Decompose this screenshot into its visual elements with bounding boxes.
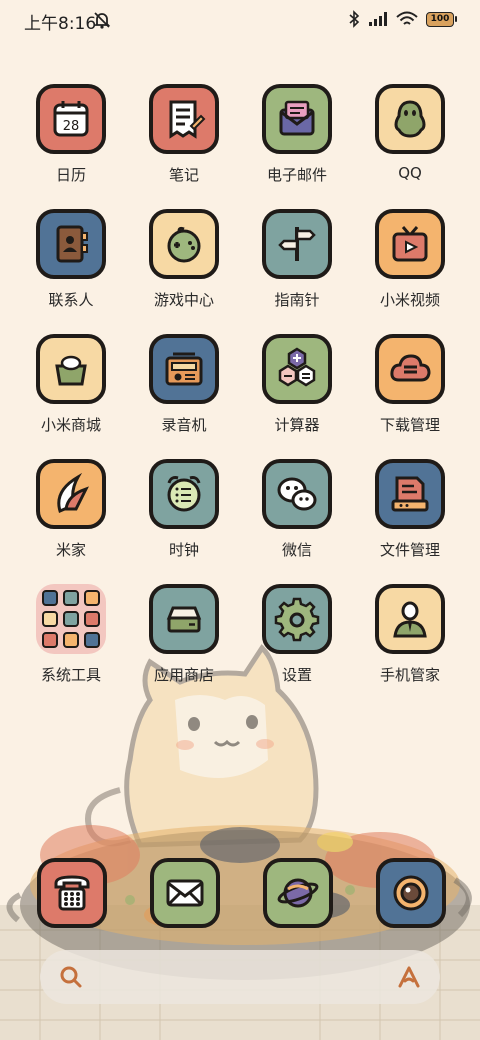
app-clock[interactable]: 时钟 — [129, 459, 239, 560]
status-time: 上午8:16 — [24, 14, 97, 34]
bluetooth-icon — [349, 10, 360, 28]
gamepad-icon — [149, 209, 219, 279]
app-label: 笔记 — [168, 166, 199, 184]
app-label: 应用商店 — [153, 666, 214, 684]
app-qq[interactable]: QQ — [355, 84, 465, 182]
status-bar: 上午8:16 100 — [0, 0, 480, 40]
dock-browser[interactable] — [263, 858, 333, 928]
app-label: 计算器 — [274, 416, 320, 434]
app-label: 文件管理 — [379, 541, 440, 559]
app-recorder[interactable]: 录音机 — [129, 334, 239, 435]
app-label: 电子邮件 — [266, 166, 327, 184]
mijia-leaf-icon — [36, 459, 106, 529]
radio-icon — [149, 334, 219, 404]
security-icon — [375, 584, 445, 654]
dock-camera[interactable] — [376, 858, 446, 928]
app-label: 手机管家 — [379, 666, 440, 684]
shopping-bag-icon — [36, 334, 106, 404]
search-icon[interactable] — [58, 964, 84, 990]
battery-level: 100 — [430, 13, 450, 24]
wechat-icon — [262, 459, 332, 529]
file-manager-icon — [375, 459, 445, 529]
phone-icon — [54, 875, 90, 911]
notes-icon — [149, 84, 219, 154]
app-label: 下载管理 — [379, 416, 440, 434]
app-label: 米家 — [55, 541, 86, 559]
folder-system-tools[interactable]: 系统工具 — [16, 584, 126, 685]
app-downloads[interactable]: 下载管理 — [355, 334, 465, 435]
folder-icon — [36, 584, 106, 654]
signpost-icon — [262, 209, 332, 279]
app-contacts[interactable]: 联系人 — [16, 209, 126, 310]
calendar-day: 28 — [63, 119, 80, 134]
app-label: 录音机 — [161, 416, 207, 434]
app-file-manager[interactable]: 文件管理 — [355, 459, 465, 560]
app-compass[interactable]: 指南针 — [242, 209, 352, 310]
contacts-icon — [36, 209, 106, 279]
battery-icon: 100 — [426, 11, 457, 27]
calendar-icon: 28 — [36, 84, 106, 154]
app-label: 设置 — [281, 666, 312, 684]
app-calculator[interactable]: 计算器 — [242, 334, 352, 435]
app-label: 游戏中心 — [153, 291, 214, 309]
app-game-center[interactable]: 游戏中心 — [129, 209, 239, 310]
app-mi-video[interactable]: 小米视频 — [355, 209, 465, 310]
app-label: 系统工具 — [40, 666, 101, 684]
app-mijia[interactable]: 米家 — [16, 459, 126, 560]
app-label: 联系人 — [48, 291, 94, 309]
clock-icon — [149, 459, 219, 529]
app-label: 日历 — [55, 166, 86, 184]
app-settings[interactable]: 设置 — [242, 584, 352, 685]
search-bar[interactable] — [40, 950, 440, 1004]
calculator-icon — [262, 334, 332, 404]
wifi-icon — [396, 11, 418, 25]
messages-icon — [166, 879, 204, 907]
camera-icon — [393, 875, 429, 911]
app-label: 小米商城 — [40, 416, 101, 434]
assistant-icon[interactable] — [396, 964, 422, 990]
app-wechat[interactable]: 微信 — [242, 459, 352, 560]
app-mi-store[interactable]: 小米商城 — [16, 334, 126, 435]
app-label: 小米视频 — [379, 291, 440, 309]
app-email[interactable]: 电子邮件 — [242, 84, 352, 185]
browser-planet-icon — [277, 878, 319, 908]
email-icon — [262, 84, 332, 154]
app-app-store[interactable]: 应用商店 — [129, 584, 239, 685]
app-label: 指南针 — [274, 291, 320, 309]
app-label: QQ — [398, 164, 422, 182]
qq-icon — [375, 84, 445, 154]
cloud-download-icon — [375, 334, 445, 404]
app-security[interactable]: 手机管家 — [355, 584, 465, 685]
tv-icon — [375, 209, 445, 279]
dock-phone[interactable] — [37, 858, 107, 928]
app-calendar[interactable]: 28 日历 — [16, 84, 126, 185]
dock-messages[interactable] — [150, 858, 220, 928]
app-store-icon — [149, 584, 219, 654]
app-notes[interactable]: 笔记 — [129, 84, 239, 185]
app-label: 微信 — [281, 541, 312, 559]
gear-icon — [262, 584, 332, 654]
signal-icon — [369, 12, 387, 26]
bell-muted-icon — [93, 12, 111, 29]
app-label: 时钟 — [168, 541, 199, 559]
